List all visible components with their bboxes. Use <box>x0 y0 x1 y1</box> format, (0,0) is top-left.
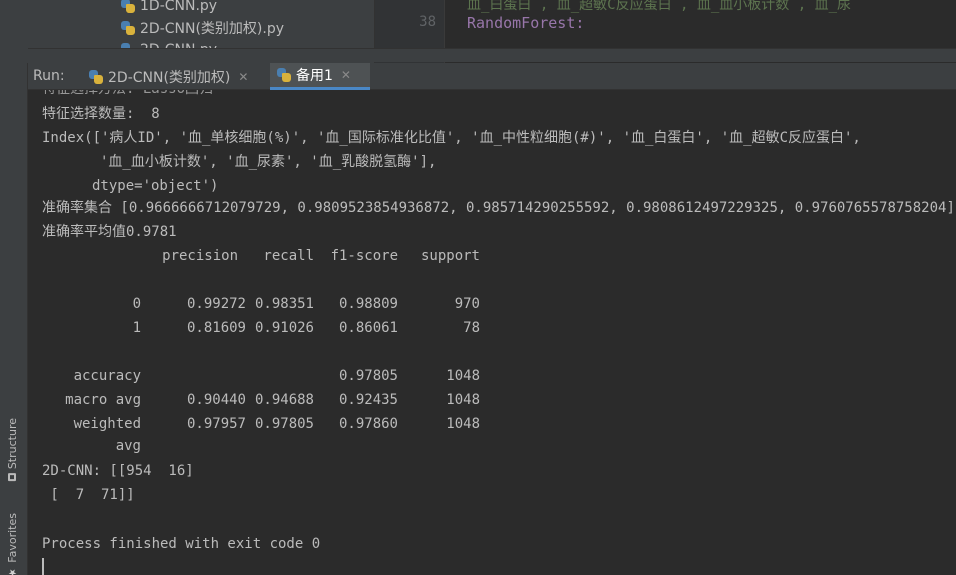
console-line: 准确率集合 [0.9666666712079729, 0.98095238549… <box>42 200 955 216</box>
console-line: dtype='object') <box>92 178 219 194</box>
console-line: Process finished with exit code 0 <box>42 536 321 552</box>
report-cell: 0.92435 <box>338 392 398 408</box>
tree-file-1d-cnn[interactable]: 1D-CNN.py <box>120 0 217 16</box>
console-line: 2D-CNN: [[954 16] <box>42 463 194 479</box>
python-run-icon <box>276 67 292 83</box>
tree-file-label: 2D-CNN(类别加权).py <box>140 21 285 37</box>
close-icon[interactable]: ✕ <box>238 70 248 84</box>
console-output[interactable]: 特征选择方法: Lasso回归 特征选择数量: 8 Index(['病人ID',… <box>28 90 956 575</box>
python-file-icon <box>120 0 136 14</box>
run-tab-label: 备用1 <box>296 68 333 84</box>
code-line-fragment: 血_白蛋白 , 血_超敏C反应蛋白 , 血_血小板计数 , 血_尿 <box>467 0 852 13</box>
tree-file-label: 1D-CNN.py <box>140 0 218 14</box>
run-tab-backup1[interactable]: 备用1 ✕ <box>270 63 370 90</box>
report-cell: 0.97805 <box>254 416 314 432</box>
report-cell: 0.91026 <box>254 320 314 336</box>
close-icon[interactable]: ✕ <box>341 68 351 82</box>
report-cell: 1048 <box>446 368 480 384</box>
report-header: f1-score <box>330 248 398 264</box>
report-row-label: macro avg <box>65 392 141 408</box>
console-line: [ 7 71]] <box>42 487 135 503</box>
report-cell: 970 <box>454 296 480 312</box>
structure-label: Structure <box>6 418 19 470</box>
favorites-label: Favorites <box>6 513 19 563</box>
console-line: 准确率平均值0.9781 <box>42 224 177 240</box>
text-caret <box>42 558 44 575</box>
console-line: Index(['病人ID', '血_单核细胞(%)', '血_国际标准化比值',… <box>42 130 861 146</box>
report-cell: 0.97957 <box>186 416 246 432</box>
run-label: Run: <box>33 68 65 84</box>
report-header: recall <box>263 248 314 264</box>
tree-file-2d-cnn-weighted[interactable]: 2D-CNN(类别加权).py <box>120 18 284 38</box>
code-line: RandomForest: <box>467 14 585 32</box>
report-row-label: accuracy <box>73 368 141 384</box>
report-cell: 1048 <box>446 416 480 432</box>
console-line: 特征选择数量: 8 <box>42 106 160 122</box>
left-tool-stripe: Structure ★ Favorites <box>0 63 28 575</box>
report-cell: 0.86061 <box>338 320 398 336</box>
report-header: support <box>420 248 480 264</box>
console-line: '血_血小板计数', '血_尿素', '血_乳酸脱氢酶'], <box>100 154 437 170</box>
console-line: 特征选择方法: Lasso回归 <box>42 90 213 100</box>
report-cell: 0.94688 <box>254 392 314 408</box>
report-cell: 0.99272 <box>186 296 246 312</box>
report-cell: 0.97805 <box>338 368 398 384</box>
favorites-tab[interactable]: ★ Favorites <box>6 513 19 575</box>
report-row-label: weighted avg <box>73 416 141 454</box>
report-cell: 1048 <box>446 392 480 408</box>
run-tab-label: 2D-CNN(类别加权) <box>108 69 231 86</box>
star-icon: ★ <box>7 566 18 575</box>
line-number: 38 <box>419 14 436 30</box>
run-tab-2d-cnn-weighted[interactable]: 2D-CNN(类别加权) ✕ <box>82 63 254 90</box>
python-run-icon <box>88 69 104 85</box>
report-header: precision <box>162 248 238 264</box>
report-cell: 78 <box>463 320 480 336</box>
splitter-bar[interactable] <box>28 48 956 62</box>
report-cell: 0.90440 <box>186 392 246 408</box>
report-cell: 0.81609 <box>186 320 246 336</box>
report-row-label: 1 <box>132 320 141 336</box>
run-tool-window-header: Run: 2D-CNN(类别加权) ✕ 备用1 ✕ <box>28 63 956 90</box>
structure-tab[interactable]: Structure <box>6 418 19 482</box>
report-cell: 0.98351 <box>254 296 314 312</box>
report-cell: 0.97860 <box>338 416 398 432</box>
structure-icon <box>8 473 17 482</box>
report-row-label: 0 <box>132 296 141 312</box>
python-file-icon <box>120 20 136 36</box>
report-cell: 0.98809 <box>338 296 398 312</box>
